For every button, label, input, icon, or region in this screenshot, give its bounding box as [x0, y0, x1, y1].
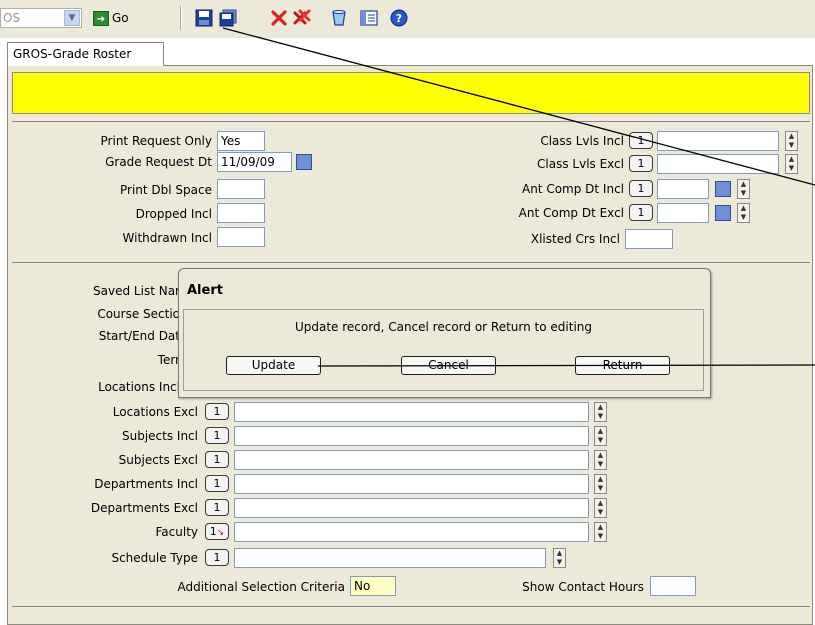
print-request-only-label: Print Request Only	[100, 134, 212, 148]
class-lvls-excl-count-button[interactable]: 1	[629, 155, 653, 172]
combo-value: OS	[3, 11, 21, 25]
faculty-field[interactable]	[234, 522, 589, 542]
return-button[interactable]: Return	[575, 356, 670, 375]
dropped-incl-field[interactable]	[217, 203, 265, 223]
departments-excl-label: Departments Excl	[90, 501, 198, 515]
spinner-icon[interactable]: ▲▼	[737, 203, 750, 223]
locations-excl-field[interactable]	[234, 402, 589, 422]
class-lvls-incl-field[interactable]	[657, 131, 779, 151]
alert-body: Update record, Cancel record or Return t…	[183, 309, 704, 391]
tab-grade-roster[interactable]: GROS-Grade Roster	[7, 42, 164, 66]
ant-comp-dt-incl-label: Ant Comp Dt Incl	[521, 182, 624, 196]
departments-incl-count-button[interactable]: 1	[205, 475, 229, 492]
locations-excl-count-button[interactable]: 1	[205, 403, 229, 420]
show-contact-hours-label: Show Contact Hours	[522, 580, 644, 594]
dropped-incl-label: Dropped Incl	[135, 207, 212, 221]
withdrawn-incl-field[interactable]	[217, 227, 265, 247]
save-all-icon[interactable]	[219, 9, 237, 27]
subjects-excl-count-button[interactable]: 1	[205, 451, 229, 468]
class-lvls-incl-label: Class Lvls Incl	[540, 134, 624, 148]
subjects-excl-label: Subjects Excl	[118, 453, 198, 467]
departments-excl-field[interactable]	[234, 498, 589, 518]
alert-dialog: Alert Update record, Cancel record or Re…	[178, 268, 711, 398]
message-bar	[12, 72, 810, 114]
grade-request-dt-label: Grade Request Dt	[105, 155, 212, 169]
calendar-icon[interactable]	[715, 205, 731, 221]
spinner-icon[interactable]: ▲▼	[594, 402, 607, 422]
term-label: Terr	[157, 353, 180, 367]
departments-incl-field[interactable]	[234, 474, 589, 494]
subjects-excl-field[interactable]	[234, 450, 589, 470]
spinner-icon[interactable]: ▲▼	[785, 131, 798, 151]
schedule-type-field[interactable]	[234, 548, 546, 568]
subjects-incl-field[interactable]	[234, 426, 589, 446]
go-button[interactable]: ➔ Go	[93, 8, 129, 28]
spinner-icon[interactable]: ▲▼	[785, 154, 798, 174]
spinner-icon[interactable]: ▲▼	[553, 548, 566, 568]
class-lvls-excl-field[interactable]	[657, 154, 779, 174]
delete-icon[interactable]	[270, 9, 288, 27]
faculty-count: 1	[209, 525, 217, 538]
spinner-icon[interactable]: ▲▼	[594, 450, 607, 470]
list-icon[interactable]	[360, 9, 378, 27]
xlisted-crs-incl-label: Xlisted Crs Incl	[530, 232, 620, 246]
xlisted-crs-incl-field[interactable]	[625, 229, 673, 249]
spinner-icon[interactable]: ▲▼	[594, 498, 607, 518]
faculty-label: Faculty	[155, 525, 199, 539]
calendar-icon[interactable]	[715, 181, 731, 197]
flag-marker-icon: ↘	[216, 528, 225, 538]
section-divider	[12, 262, 810, 263]
spinner-icon[interactable]: ▲▼	[594, 426, 607, 446]
schedule-type-count-button[interactable]: 1	[205, 549, 229, 566]
update-button[interactable]: Update	[226, 356, 321, 375]
departments-incl-label: Departments Incl	[94, 477, 198, 491]
departments-excl-count-button[interactable]: 1	[205, 499, 229, 516]
grade-request-dt-field[interactable]: 11/09/09	[217, 152, 292, 172]
form-name-combo[interactable]: OS ▼	[0, 8, 82, 28]
ant-comp-dt-excl-field[interactable]	[657, 203, 709, 223]
spinner-icon[interactable]: ▲▼	[594, 522, 607, 542]
spinner-icon[interactable]: ▲▼	[737, 179, 750, 199]
section-divider	[12, 606, 810, 607]
print-dbl-space-label: Print Dbl Space	[120, 183, 212, 197]
faculty-count-button[interactable]: 1↘	[205, 523, 229, 540]
class-lvls-incl-count-button[interactable]: 1	[629, 132, 653, 149]
start-end-date-label: Start/End Dat	[98, 329, 180, 343]
chevron-down-icon[interactable]: ▼	[64, 10, 80, 26]
go-arrow-icon: ➔	[93, 10, 109, 26]
locations-incl-label: Locations Incl	[98, 380, 180, 394]
go-label: Go	[112, 11, 129, 25]
course-section-label: Course Sectio	[97, 307, 180, 321]
ant-comp-dt-excl-label: Ant Comp Dt Excl	[518, 206, 624, 220]
toolbar-separator	[180, 6, 182, 30]
save-icon[interactable]	[195, 9, 213, 27]
additional-selection-criteria-field[interactable]: No	[350, 576, 396, 596]
section-divider	[12, 121, 810, 122]
calendar-icon[interactable]	[296, 154, 312, 170]
svg-text:?: ?	[396, 12, 402, 25]
locations-excl-label: Locations Excl	[112, 405, 198, 419]
spinner-icon[interactable]: ▲▼	[594, 474, 607, 494]
class-lvls-excl-label: Class Lvls Excl	[537, 157, 624, 171]
withdrawn-incl-label: Withdrawn Incl	[122, 231, 212, 245]
ant-comp-dt-incl-count-button[interactable]: 1	[629, 180, 653, 197]
alert-title: Alert	[187, 283, 223, 298]
cancel-button[interactable]: Cancel	[401, 356, 496, 375]
additional-selection-criteria-label: Additional Selection Criteria	[177, 580, 345, 594]
schedule-type-label: Schedule Type	[111, 551, 198, 565]
help-icon[interactable]: ?	[390, 9, 408, 27]
delete-all-icon[interactable]	[293, 9, 311, 27]
subjects-incl-count-button[interactable]: 1	[205, 427, 229, 444]
saved-list-name-label: Saved List Nar	[93, 284, 180, 298]
print-dbl-space-field[interactable]	[217, 179, 265, 199]
alert-message: Update record, Cancel record or Return t…	[294, 320, 593, 334]
subjects-incl-label: Subjects Incl	[121, 429, 198, 443]
print-request-only-field[interactable]: Yes	[217, 131, 265, 151]
clear-icon[interactable]	[330, 9, 348, 27]
ant-comp-dt-incl-field[interactable]	[657, 179, 709, 199]
show-contact-hours-field[interactable]	[650, 576, 696, 596]
ant-comp-dt-excl-count-button[interactable]: 1	[629, 204, 653, 221]
